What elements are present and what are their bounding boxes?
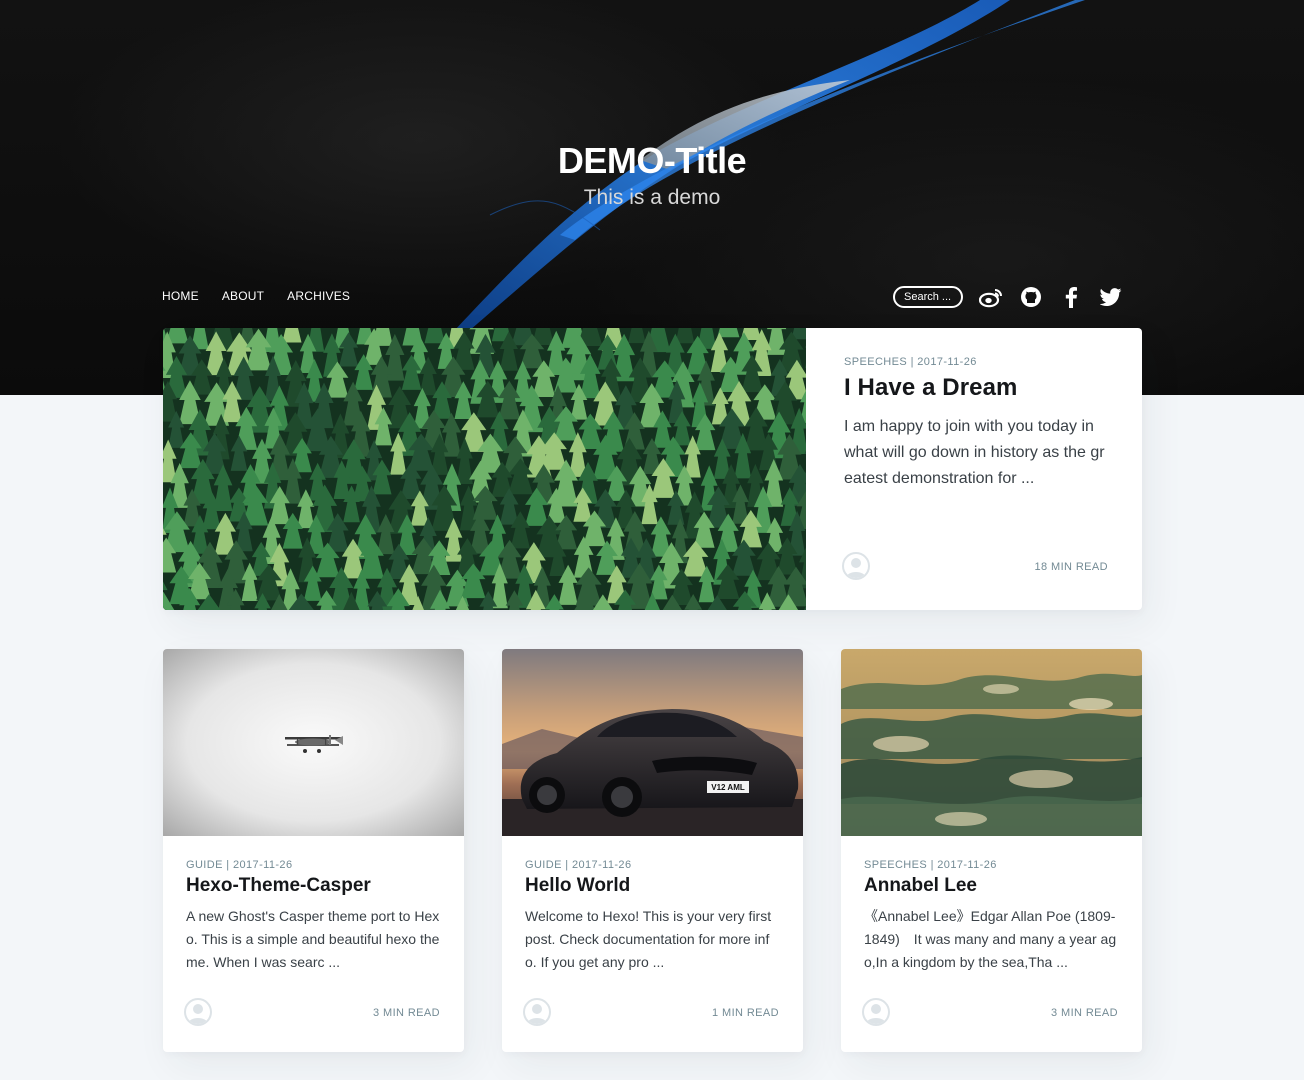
author-avatar[interactable] <box>184 998 212 1026</box>
reading-time: 18 MIN READ <box>1034 561 1108 573</box>
featured-post-card[interactable]: SPEECHES | 2017-11-26 I Have a Dream I a… <box>163 328 1142 610</box>
social-nav <box>893 285 1123 309</box>
author-avatar[interactable] <box>842 552 870 580</box>
post-image[interactable]: V12 AML <box>502 649 803 836</box>
main-nav: HOME ABOUT ARCHIVES <box>162 289 350 303</box>
license-plate: V12 AML <box>711 783 745 792</box>
post-title[interactable]: Hexo-Theme-Casper <box>186 875 441 897</box>
post-content: GUIDE | 2017-11-26 Hexo-Theme-Casper A n… <box>163 836 464 1052</box>
post-meta: GUIDE | 2017-11-26 <box>186 859 293 871</box>
post-title[interactable]: Hello World <box>525 875 780 897</box>
post-title[interactable]: I Have a Dream <box>844 374 1108 402</box>
site-title: DEMO-Title <box>557 140 747 181</box>
site-subtitle: This is a demo <box>583 186 721 209</box>
reading-time: 3 MIN READ <box>373 1007 440 1019</box>
weibo-icon[interactable] <box>979 285 1003 309</box>
post-card[interactable]: GUIDE | 2017-11-26 Hexo-Theme-Casper A n… <box>163 649 464 1052</box>
post-title[interactable]: Annabel Lee <box>864 875 1119 897</box>
post-meta: SPEECHES | 2017-11-26 <box>844 356 977 368</box>
post-content: GUIDE | 2017-11-26 Hello World Welcome t… <box>502 836 803 1052</box>
post-card[interactable]: SPEECHES | 2017-11-26 Annabel Lee 《Annab… <box>841 649 1142 1052</box>
nav-archives[interactable]: ARCHIVES <box>287 289 350 303</box>
github-icon[interactable] <box>1019 285 1043 309</box>
search-input[interactable] <box>893 286 963 308</box>
reading-time: 3 MIN READ <box>1051 1007 1118 1019</box>
author-avatar[interactable] <box>523 998 551 1026</box>
featured-post-image[interactable] <box>163 328 806 610</box>
post-meta: GUIDE | 2017-11-26 <box>525 859 632 871</box>
post-excerpt: Welcome to Hexo! This is your very first… <box>525 908 772 970</box>
post-excerpt: 《Annabel Lee》Edgar Allan Poe (1809-1849)… <box>864 908 1117 970</box>
facebook-icon[interactable] <box>1059 285 1083 309</box>
nav-about[interactable]: ABOUT <box>222 289 264 303</box>
nav-home[interactable]: HOME <box>162 289 199 303</box>
post-excerpt: I am happy to join with you today in wha… <box>844 418 1105 487</box>
post-content: SPEECHES | 2017-11-26 Annabel Lee 《Annab… <box>841 836 1142 1052</box>
featured-post-content: SPEECHES | 2017-11-26 I Have a Dream I a… <box>806 328 1142 610</box>
post-card[interactable]: V12 AML GUIDE | 2017-11-26 Hello World W… <box>502 649 803 1052</box>
post-meta: SPEECHES | 2017-11-26 <box>864 859 997 871</box>
twitter-icon[interactable] <box>1099 285 1123 309</box>
post-image[interactable] <box>163 649 464 836</box>
reading-time: 1 MIN READ <box>712 1007 779 1019</box>
post-image[interactable] <box>841 649 1142 836</box>
author-avatar[interactable] <box>862 998 890 1026</box>
post-excerpt: A new Ghost's Casper theme port to Hexo.… <box>186 908 440 970</box>
